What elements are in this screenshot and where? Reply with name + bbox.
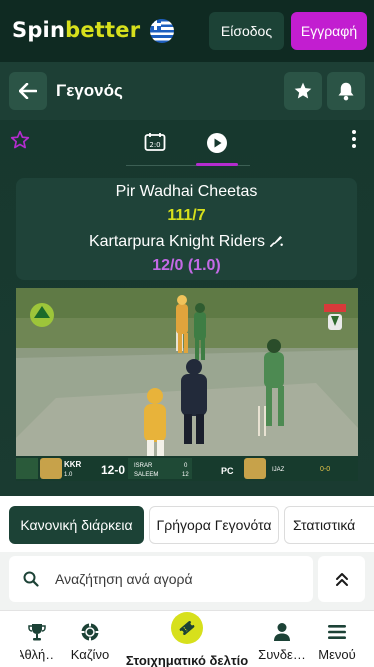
event-bar: Γεγονός: [0, 62, 374, 120]
overlay-team-left: KKR: [64, 460, 82, 469]
active-tab-indicator: [196, 163, 238, 166]
tab-fast-events[interactable]: Γρήγορα Γεγονότα: [149, 506, 279, 544]
login-button[interactable]: Είσοδος: [209, 12, 284, 50]
nav-betslip-label: Στοιχηματικό δελτίο: [125, 653, 249, 667]
dot-icon: [352, 144, 356, 148]
overlay-bowler-figures: 0-0: [320, 466, 330, 473]
star-icon: [294, 82, 312, 99]
tab-regular-time[interactable]: Κανονική διάρκεια: [9, 506, 144, 544]
arrow-left-icon: [19, 83, 37, 99]
trophy-icon: [28, 624, 46, 641]
page-title: Γεγονός: [56, 81, 123, 100]
nav-casino[interactable]: Καζίνο: [66, 611, 114, 667]
register-button[interactable]: Εγγραφή: [291, 12, 367, 50]
user-icon: [274, 623, 290, 641]
nav-casino-label: Καζίνο: [70, 647, 110, 662]
hamburger-menu-icon: [328, 625, 346, 639]
scoreboard-card: Pir Wadhai Cheetas 111/7 Kartarpura Knig…: [16, 178, 357, 280]
overlay-score: 12-0: [101, 463, 125, 477]
top-header: Spinbetter Είσοδος Εγγραφή: [0, 0, 374, 62]
team2-score: 12/0 (1.0): [152, 257, 221, 274]
team1-score: 111/7: [167, 207, 206, 224]
team1-name: Pir Wadhai Cheetas: [115, 183, 258, 200]
tab-statistics[interactable]: Στατιστικά: [284, 506, 374, 544]
casino-chip-icon: [81, 623, 99, 641]
back-button[interactable]: [9, 72, 47, 110]
overlay-bowling-team: PC: [221, 466, 234, 476]
tab-video[interactable]: [206, 132, 228, 159]
spinbetter-logo[interactable]: Spinbetter: [12, 18, 140, 42]
scoreboard-icon: 2:0: [144, 133, 166, 151]
tab-scoreboard[interactable]: 2:0: [144, 132, 166, 157]
live-video-player[interactable]: KKR 1.0 12-0 ISRAR SALEEM 0 12 PC IJAZ 0…: [16, 288, 358, 481]
match-favorite-button[interactable]: [10, 130, 30, 155]
market-tabs: Κανονική διάρκεια Γρήγορα Γεγονότα Στατι…: [0, 496, 374, 552]
double-chevron-up-icon: [335, 573, 348, 586]
greek-flag-icon[interactable]: [150, 19, 174, 43]
team-logo-left: [30, 303, 54, 327]
team2-name: Kartarpura Knight Riders: [88, 233, 266, 250]
collapse-all-button[interactable]: [318, 556, 365, 602]
svg-text:2:0: 2:0: [149, 141, 160, 149]
logo-spin-text: Spin: [12, 18, 66, 42]
search-icon: [23, 571, 39, 587]
nav-login[interactable]: Συνδε…: [258, 611, 306, 667]
dot-icon: [352, 130, 356, 134]
nav-menu-label: Μενού: [318, 647, 356, 662]
more-options-button[interactable]: [348, 128, 360, 150]
dot-icon: [352, 137, 356, 141]
market-search-row: [0, 552, 374, 610]
match-panel: 2:0 Pir Wadhai Cheetas 111/7 Kartarpura …: [0, 120, 374, 496]
nav-login-label: Συνδε…: [258, 647, 306, 662]
notifications-button[interactable]: [327, 72, 365, 110]
overlay-batter2: SALEEM: [134, 472, 158, 478]
betslip-button[interactable]: [171, 612, 203, 644]
bell-icon: [338, 82, 354, 101]
video-frame: KKR 1.0 12-0 ISRAR SALEEM 0 12 PC IJAZ 0…: [16, 288, 358, 481]
market-search-input[interactable]: [55, 556, 305, 602]
logo-better-text: better: [65, 18, 141, 42]
overlay-overs: 1.0: [64, 472, 73, 478]
overlay-batter2-score: 12: [182, 472, 189, 478]
team2-row: Kartarpura Knight Riders: [16, 233, 357, 251]
ticket-icon: [179, 621, 195, 635]
overlay-bowler: IJAZ: [272, 467, 285, 473]
nav-sports[interactable]: Αθλή…: [20, 611, 54, 667]
overlay-batter1: ISRAR: [134, 463, 153, 469]
cricket-bat-icon: [270, 235, 283, 247]
favorite-button[interactable]: [284, 72, 322, 110]
market-search-box: [9, 556, 313, 602]
nav-menu[interactable]: Μενού: [314, 611, 360, 667]
star-outline-icon: [10, 130, 30, 149]
play-icon: [207, 133, 227, 153]
nav-sports-label: Αθλή…: [20, 647, 54, 662]
